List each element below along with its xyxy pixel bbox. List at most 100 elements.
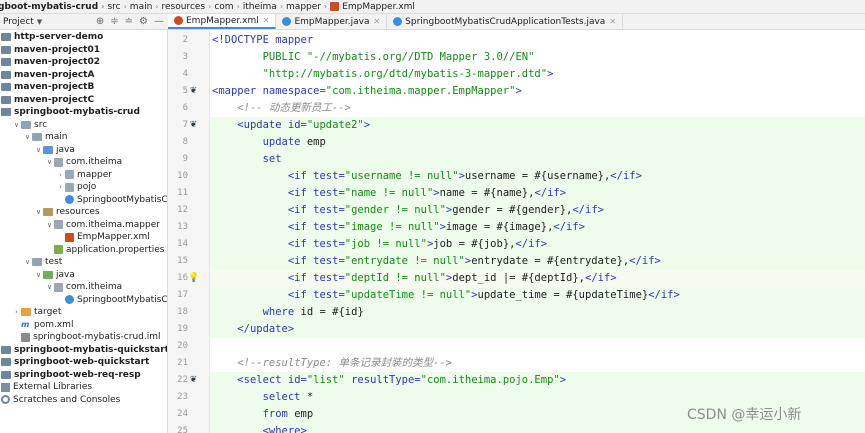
breadcrumb-item[interactable]: resources › — [162, 2, 215, 12]
close-icon[interactable]: ✕ — [263, 16, 270, 25]
editor-tab[interactable]: EmpMapper.xml ✕ — [168, 14, 277, 29]
code-line[interactable]: <if test="job != null">job = #{job},</if… — [212, 236, 547, 253]
code-line[interactable]: <if test="entrydate != null">entrydate =… — [212, 253, 661, 270]
libraries-icon — [1, 382, 10, 392]
minimize-icon[interactable]: — — [154, 16, 164, 27]
tree-node[interactable]: springboot-web-req-resp — [1, 369, 141, 381]
tree-node[interactable]: ∨ com.itheima — [45, 156, 122, 168]
close-icon[interactable]: ✕ — [609, 17, 616, 26]
code-line[interactable]: where id = #{id} — [212, 304, 364, 321]
tree-node[interactable]: maven-project01 — [1, 44, 100, 56]
code-line[interactable]: <!DOCTYPE mapper — [212, 32, 313, 49]
code-line[interactable]: <if test="name != null">name = #{name},<… — [212, 185, 566, 202]
collapse-all-icon[interactable]: ≑ — [110, 16, 118, 27]
project-view-selector[interactable]: Project — [3, 17, 34, 27]
mybatis-mapper-icon[interactable]: ❦ — [188, 86, 199, 96]
folder-icon — [21, 120, 31, 129]
tree-node[interactable]: SpringbootMybatisCrudAp — [56, 194, 167, 206]
chevron-down-icon[interactable]: ▼ — [37, 18, 42, 26]
tree-node[interactable]: ∨ test — [23, 256, 62, 268]
editor-gutter: 2 3 4 5 6 7 8 9 10 11 12 13 14 15 16 17 18 19 20 21 22 23 24 25… — [168, 30, 210, 433]
tree-node[interactable]: springboot-mybatis-quickstart — [1, 344, 167, 356]
code-line[interactable]: <if test="updateTime != null">update_tim… — [212, 287, 680, 304]
code-token: test= — [313, 272, 345, 284]
module-folder-icon — [1, 58, 11, 66]
chevron-down-icon[interactable]: ∨ — [45, 283, 54, 291]
chevron-down-icon[interactable]: ∨ — [23, 133, 32, 141]
editor-tab[interactable]: EmpMapper.java ✕ — [276, 14, 388, 29]
tree-node[interactable]: m pom.xml — [12, 319, 73, 331]
breadcrumb-item[interactable]: src › — [107, 2, 129, 12]
chevron-right-icon[interactable]: › — [56, 183, 65, 191]
editor-tab[interactable]: SpringbootMybatisCrudApplicationTests.ja… — [387, 14, 624, 29]
code-line[interactable]: PUBLIC "-//mybatis.org//DTD Mapper 3.0//… — [212, 49, 535, 66]
code-line[interactable]: <if test="username != null">username = #… — [212, 168, 642, 185]
code-line[interactable]: "http://mybatis.org/dtd/mybatis-3-mapper… — [212, 66, 554, 83]
tree-node[interactable]: application.properties — [45, 244, 164, 256]
tree-node[interactable]: ∨ com.itheima — [45, 281, 122, 293]
code-line[interactable]: <select id="list" resultType="com.itheim… — [212, 372, 566, 389]
mybatis-statement-icon[interactable]: ❦ — [188, 120, 199, 130]
breadcrumb-item[interactable]: gboot-mybatis-crud › — [0, 2, 107, 12]
code-line[interactable]: <mapper namespace="com.itheima.mapper.Em… — [212, 83, 522, 100]
code-line[interactable]: update emp — [212, 134, 326, 151]
chevron-right-icon[interactable]: › — [56, 171, 65, 179]
breadcrumb-label: itheima — [242, 1, 277, 12]
tree-node[interactable]: ∨ src — [12, 119, 47, 131]
code-line[interactable]: <!--resultType: 单条记录封装的类型--> — [212, 355, 452, 372]
tree-node[interactable]: maven-projectA — [1, 69, 94, 81]
tree-node[interactable]: maven-project02 — [1, 56, 100, 68]
tree-node[interactable]: springboot-mybatis-crud — [1, 106, 140, 118]
code-line[interactable]: <if test="gender != null">gender = #{gen… — [212, 202, 604, 219]
expand-all-icon[interactable]: ≐ — [125, 16, 133, 27]
tree-node[interactable]: maven-projectB — [1, 81, 94, 93]
tree-node[interactable]: › pojo — [56, 181, 96, 193]
tree-node[interactable]: springboot-web-quickstart — [1, 356, 149, 368]
tree-node[interactable]: SpringbootMybatisCrudAp — [56, 294, 167, 306]
tree-node[interactable]: › target — [12, 306, 61, 318]
breadcrumb-item[interactable]: main › — [130, 2, 162, 12]
tree-node[interactable]: EmpMapper.xml — [56, 231, 150, 243]
chevron-down-icon[interactable]: ∨ — [23, 258, 32, 266]
code-line[interactable]: from emp — [212, 406, 314, 423]
code-line[interactable]: <if test="deptId != null">dept_id |= #{d… — [212, 270, 617, 287]
tree-node[interactable]: maven-projectC — [1, 94, 94, 106]
breadcrumb-item[interactable]: com › — [214, 2, 242, 12]
breadcrumb-label: resources — [161, 1, 206, 12]
tree-node[interactable]: External Libraries — [1, 381, 92, 393]
tree-node[interactable]: › mapper — [56, 169, 112, 181]
locate-icon[interactable]: ⊕ — [96, 16, 104, 27]
code-line[interactable]: set — [212, 151, 282, 168]
breadcrumb-item[interactable]: EmpMapper.xml — [330, 2, 415, 12]
breadcrumb-item[interactable]: itheima › — [243, 2, 286, 12]
tree-node[interactable]: ∨ com.itheima.mapper — [45, 219, 160, 231]
code-line[interactable]: <!-- 动态更新员工--> — [212, 100, 351, 117]
lightbulb-icon[interactable]: 💡 — [188, 273, 199, 283]
tree-node[interactable]: ∨ resources — [34, 206, 100, 218]
chevron-down-icon[interactable]: ∨ — [34, 146, 43, 154]
chevron-down-icon[interactable]: ∨ — [34, 208, 43, 216]
gear-icon[interactable]: ⚙ — [139, 16, 148, 27]
tree-node[interactable]: ∨ main — [23, 131, 68, 143]
chevron-down-icon[interactable]: ∨ — [34, 271, 43, 279]
mybatis-statement-icon[interactable]: ❦ — [188, 375, 199, 385]
tree-node[interactable]: Scratches and Consoles — [1, 394, 120, 406]
chevron-down-icon[interactable]: ∨ — [12, 121, 21, 129]
code-line[interactable]: <update id="update2"> — [212, 117, 370, 134]
code-line[interactable]: </update> — [212, 321, 294, 338]
breadcrumb-item[interactable]: mapper › — [286, 2, 330, 12]
chevron-down-icon[interactable]: ∨ — [45, 158, 54, 166]
close-icon[interactable]: ✕ — [373, 17, 380, 26]
tree-node[interactable]: springboot-mybatis-crud.iml — [12, 331, 161, 343]
code-editor[interactable]: <!DOCTYPE mapper PUBLIC "-//mybatis.org/… — [210, 30, 865, 433]
chevron-down-icon[interactable]: ∨ — [45, 221, 54, 229]
tree-node[interactable]: http-server-demo — [1, 31, 103, 43]
chevron-right-icon[interactable]: › — [12, 308, 21, 316]
code-line[interactable]: <if test="image != null">image = #{image… — [212, 219, 585, 236]
tree-node[interactable]: ∨ java — [34, 144, 75, 156]
code-line[interactable]: <where> — [212, 423, 307, 433]
tree-node-label: test — [45, 257, 63, 267]
tree-node[interactable]: ∨ java — [34, 269, 75, 281]
code-line[interactable]: select * — [212, 389, 314, 406]
